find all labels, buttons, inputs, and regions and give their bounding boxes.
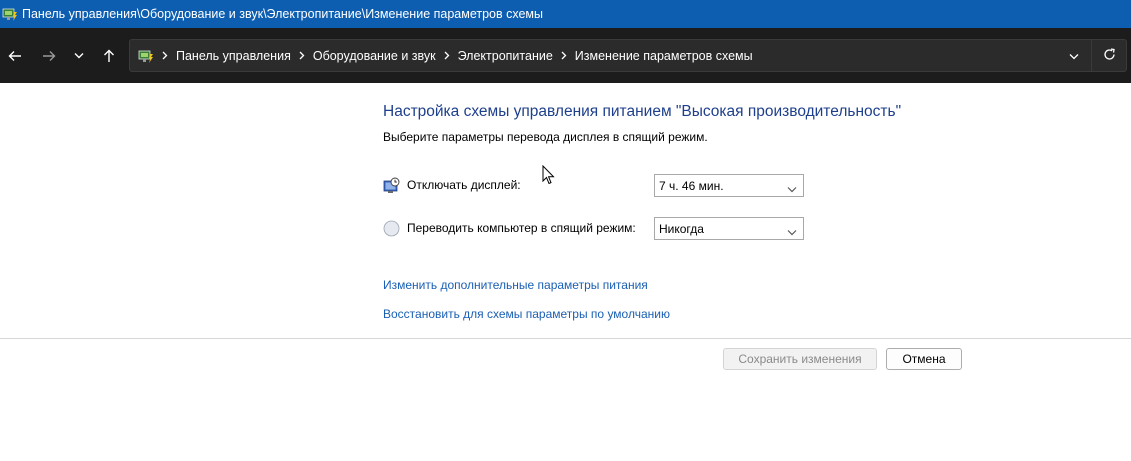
- chevron-right-icon[interactable]: [162, 51, 168, 60]
- chevron-down-icon: [787, 225, 797, 239]
- chevron-down-icon: [1069, 49, 1079, 63]
- address-bar[interactable]: Панель управления Оборудование и звук Эл…: [129, 39, 1127, 72]
- breadcrumb-edit-plan-settings[interactable]: Изменение параметров схемы: [575, 49, 753, 63]
- sleep-value: Никогда: [659, 221, 704, 236]
- display-off-select[interactable]: 7 ч. 46 мин.: [654, 174, 804, 197]
- control-panel-icon: [138, 48, 154, 64]
- breadcrumb-hardware-and-sound[interactable]: Оборудование и звук: [313, 49, 436, 63]
- refresh-button[interactable]: [1092, 40, 1126, 71]
- cancel-button[interactable]: Отмена: [886, 348, 962, 370]
- arrow-left-icon: [8, 50, 22, 62]
- advanced-power-settings-link[interactable]: Изменить дополнительные параметры питани…: [383, 278, 648, 292]
- sleep-label: Переводить компьютер в спящий режим:: [407, 221, 636, 235]
- display-off-label: Отключать дисплей:: [407, 178, 521, 192]
- control-panel-power-icon: [2, 6, 18, 22]
- save-changes-button[interactable]: Сохранить изменения: [723, 348, 877, 370]
- refresh-icon: [1103, 47, 1116, 64]
- arrow-right-icon: [42, 50, 56, 62]
- chevron-down-icon: [74, 52, 84, 59]
- mouse-cursor-icon: [542, 164, 556, 191]
- chevron-right-icon[interactable]: [561, 51, 567, 60]
- breadcrumb-control-panel[interactable]: Панель управления: [176, 49, 291, 63]
- page-subtitle: Выберите параметры перевода дисплея в сп…: [383, 130, 708, 144]
- address-history-button[interactable]: [1057, 40, 1091, 71]
- monitor-clock-icon: [383, 177, 400, 194]
- chevron-right-icon[interactable]: [444, 51, 450, 60]
- window-title: Панель управления\Оборудование и звук\Эл…: [22, 7, 544, 21]
- back-button[interactable]: [0, 41, 30, 71]
- up-button[interactable]: [94, 41, 124, 71]
- display-off-value: 7 ч. 46 мин.: [659, 178, 724, 193]
- breadcrumb-power-options[interactable]: Электропитание: [458, 49, 553, 63]
- navigation-bar: Панель управления Оборудование и звук Эл…: [0, 28, 1131, 83]
- chevron-right-icon[interactable]: [299, 51, 305, 60]
- window-title-bar[interactable]: Панель управления\Оборудование и звук\Эл…: [0, 0, 1131, 28]
- sleep-select[interactable]: Никогда: [654, 217, 804, 240]
- footer-divider: [0, 338, 1131, 339]
- forward-button[interactable]: [34, 41, 64, 71]
- restore-defaults-link[interactable]: Восстановить для схемы параметры по умол…: [383, 307, 670, 321]
- recent-locations-button[interactable]: [64, 41, 94, 71]
- chevron-down-icon: [787, 182, 797, 196]
- arrow-up-icon: [103, 49, 115, 63]
- moon-icon: [383, 220, 400, 237]
- page-title: Настройка схемы управления питанием "Выс…: [383, 103, 902, 120]
